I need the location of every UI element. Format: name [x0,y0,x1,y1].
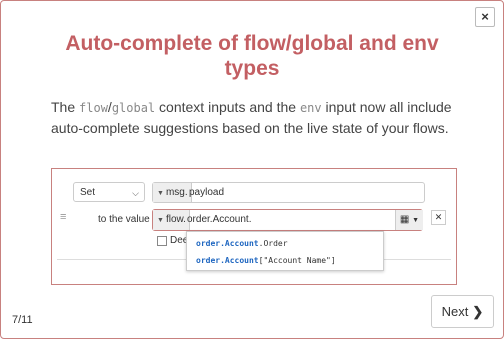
autocomplete-match: order.Account [196,239,259,248]
caret-down-icon: ▼ [157,190,164,197]
autocomplete-match: order.Account [196,256,259,265]
code-env: env [299,101,322,115]
dialog-description: The flow/global context inputs and the e… [51,97,473,138]
msg-property-value: payload [189,187,225,198]
next-button[interactable]: Next ❯ [431,295,494,328]
database-icon: ▦ [399,214,410,225]
close-icon: ✕ [434,212,443,222]
remove-rule-button[interactable]: ✕ [431,210,446,225]
tour-dialog: × Auto-complete of flow/global and env t… [0,0,504,339]
autocomplete-item[interactable]: order.Account.Order [196,239,288,248]
desc-text-1: The [51,99,80,115]
drag-handle-icon[interactable]: ≡ [60,212,66,223]
autocomplete-item[interactable]: order.Account["Account Name"] [196,256,336,265]
flow-context-value: order.Account. [187,214,252,225]
example-screenshot: Set ⌵ ▼ msg. payload ≡ to the value ▼ flow… [51,168,457,285]
caret-down-icon: ▼ [157,217,164,224]
to-value-label: to the value [98,214,150,225]
flow-type-selector[interactable]: ▼ flow. [153,210,190,230]
action-select[interactable]: Set ⌵ [73,182,145,202]
page-counter: 7/11 [12,314,33,326]
msg-type-selector[interactable]: ▼ msg. [153,183,192,202]
close-button[interactable]: × [475,7,495,27]
next-label: Next [441,304,469,319]
autocomplete-rest: .Order [258,239,288,248]
desc-text-2: context inputs and the [155,99,300,115]
code-global: global [111,101,156,115]
code-flow: flow [79,101,108,115]
action-select-value: Set [80,187,96,198]
chevron-right-icon: ❯ [472,304,484,319]
msg-type-label: msg. [165,187,188,198]
msg-property-input[interactable]: ▼ msg. payload [152,182,425,203]
deep-copy-checkbox[interactable] [157,236,167,246]
context-store-button[interactable]: ▦ ▼ [395,210,423,230]
chevron-down-icon: ⌵ [132,188,139,198]
autocomplete-rest: ["Account Name"] [258,256,336,265]
autocomplete-dropdown: order.Account.Order order.Account["Accou… [186,231,384,271]
flow-type-label: flow. [165,214,186,225]
caret-down-icon: ▼ [412,217,420,224]
flow-context-input[interactable]: ▼ flow. order.Account. [152,209,423,231]
dialog-title: Auto-complete of flow/global and env typ… [65,32,439,80]
